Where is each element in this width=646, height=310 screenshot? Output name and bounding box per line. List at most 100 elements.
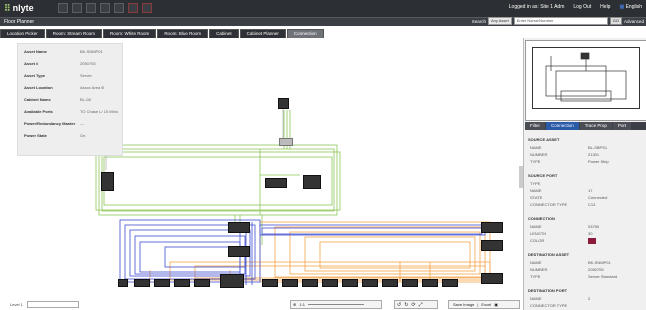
device-strip-4[interactable]: [174, 279, 190, 287]
info-key: Asset #: [24, 61, 39, 66]
device-strip-13[interactable]: [402, 279, 418, 287]
detail-key: NAME: [530, 296, 542, 301]
detail-row: NUMBER 2050705: [530, 267, 644, 272]
detail-key: NAME: [530, 188, 542, 193]
connection-color-value: [588, 238, 596, 244]
device-strip-10[interactable]: [342, 279, 358, 287]
device-strip-12[interactable]: [382, 279, 398, 287]
info-value: BL-08: [80, 97, 91, 102]
section-source-port: SOURCE PORT: [528, 173, 558, 178]
device-strip-9[interactable]: [322, 279, 338, 287]
detail-key: NUMBER: [530, 267, 548, 272]
info-value: Server: [80, 73, 92, 78]
search-input[interactable]: Enter Name/Number: [513, 17, 608, 25]
info-value: On: [80, 133, 86, 138]
detail-value: 03750: [588, 224, 600, 229]
device-patch-c[interactable]: [481, 240, 503, 251]
device-monitor[interactable]: [303, 175, 321, 189]
rotate-right-icon[interactable]: ↻: [404, 302, 408, 308]
language-link[interactable]: ▦ English: [619, 4, 642, 10]
device-top[interactable]: [278, 98, 289, 109]
detail-value: 30: [588, 231, 593, 236]
section-source-asset: SOURCE ASSET: [528, 137, 560, 142]
info-key: Power State: [24, 133, 47, 138]
info-value: ---: [80, 121, 84, 126]
detail-value: Connected: [588, 195, 608, 200]
detail-row: NAME BL-SBPS1: [530, 145, 644, 150]
tab-trace-prop[interactable]: Trace Prop: [579, 122, 612, 130]
info-key: Asset Location: [24, 85, 53, 90]
device-patch-e[interactable]: [481, 273, 503, 284]
info-row-asset-type: Asset Type Server: [24, 73, 92, 78]
device-patch-b[interactable]: [481, 222, 503, 233]
divider: |: [477, 302, 479, 307]
detail-value: Power Strip: [588, 159, 609, 164]
section-connection: CONNECTION: [528, 216, 555, 221]
device-strip-7[interactable]: [282, 279, 298, 287]
detail-row: NAME 03750: [530, 224, 644, 229]
info-key: Asset Type: [24, 73, 46, 78]
detail-key: CONNECTOR TYPE: [530, 303, 568, 308]
level-control: Level 1: [10, 301, 79, 308]
info-key: Power/Redundancy Master: [24, 121, 76, 126]
excel-button[interactable]: Excel: [481, 302, 491, 307]
excel-icon[interactable]: ▣: [494, 302, 498, 307]
detail-key: NAME: [530, 224, 542, 229]
tab-connection-detail[interactable]: Connection: [546, 122, 579, 130]
language-label: English: [625, 4, 642, 10]
detail-row: STATE Connected: [530, 195, 644, 200]
device-patch-f[interactable]: [220, 274, 244, 288]
device-strip-1[interactable]: [118, 279, 128, 287]
zoom-icon[interactable]: ⊕: [293, 302, 296, 307]
device-switch[interactable]: [265, 178, 287, 188]
device-green-b[interactable]: [279, 138, 293, 146]
zoom-control: ⊕ 1:1: [290, 300, 382, 309]
info-key: Asset Name: [24, 49, 47, 54]
detail-row: COLOR: [530, 238, 644, 244]
save-image-button[interactable]: Save Image: [453, 302, 474, 307]
logout-link[interactable]: Log Out: [573, 4, 591, 10]
export-bar: Save Image | Excel ▣: [448, 300, 520, 309]
detail-value: Server Standard: [588, 274, 618, 279]
detail-key: NAME: [530, 145, 542, 150]
detail-row: NAME 17: [530, 188, 644, 193]
advanced-link[interactable]: Advanced: [624, 19, 644, 24]
zoom-slider[interactable]: [307, 304, 364, 305]
info-value: TO Chase L/ 10 Mb/s: [80, 109, 118, 114]
fit-icon[interactable]: ⤢: [419, 302, 423, 308]
device-strip-2[interactable]: [134, 279, 150, 287]
help-link[interactable]: Help: [600, 4, 610, 10]
rotate-left-icon[interactable]: ↺: [397, 302, 401, 308]
tab-port[interactable]: Port: [612, 122, 632, 130]
detail-row: NAME 2: [530, 296, 644, 301]
device-tower[interactable]: [101, 172, 114, 191]
device-strip-3[interactable]: [154, 279, 170, 287]
device-strip-6[interactable]: [262, 279, 278, 287]
detail-key: LENGTH: [530, 231, 547, 236]
level-slider[interactable]: [26, 301, 79, 308]
go-button[interactable]: GO: [609, 17, 622, 25]
detail-row: NAME BK-SNMP01: [530, 260, 644, 265]
info-row-asset-name: Asset Name BK-SNMP01: [24, 49, 103, 54]
device-strip-8[interactable]: [302, 279, 318, 287]
device-strip-15[interactable]: [442, 279, 458, 287]
detail-key: NUMBER: [530, 152, 548, 157]
minimap[interactable]: [525, 40, 646, 121]
device-strip-5[interactable]: [194, 279, 210, 287]
detail-row: CONNECTOR TYPE: [530, 303, 644, 308]
detail-key: TYPE: [530, 159, 541, 164]
detail-value: 17: [588, 188, 593, 193]
device-strip-14[interactable]: [422, 279, 438, 287]
info-row-power-state: Power State On: [24, 133, 85, 138]
right-panel-tabs: Filter Connection Trace Prop Port: [525, 122, 646, 130]
tab-filter[interactable]: Filter: [525, 122, 545, 130]
view-controls: ↺ ↻ ⟳ ⤢: [394, 300, 438, 309]
device-patch-d[interactable]: [228, 246, 250, 257]
info-key: Cabinet Name: [24, 97, 51, 102]
info-row-asset-number: Asset # 2050705: [24, 61, 96, 66]
refresh-icon[interactable]: ⟳: [411, 302, 415, 308]
device-strip-11[interactable]: [362, 279, 378, 287]
device-patch-a[interactable]: [228, 222, 250, 233]
level-label: Level 1: [10, 302, 23, 307]
orange-cables: [149, 221, 491, 283]
